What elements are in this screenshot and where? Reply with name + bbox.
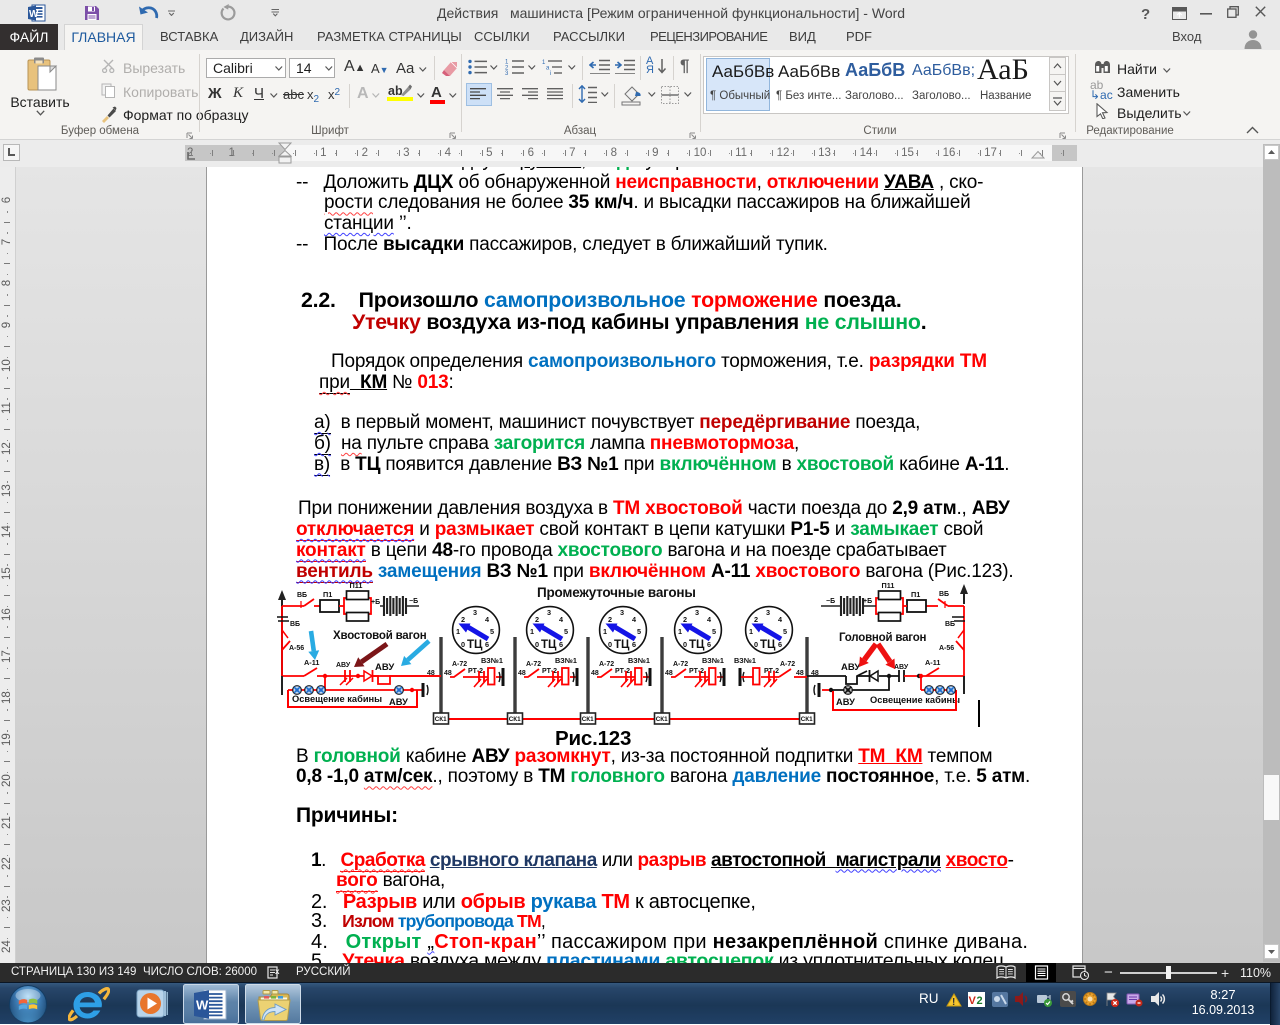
svg-text:2: 2	[461, 615, 465, 624]
svg-text:48: 48	[444, 670, 452, 677]
svg-text:5: 5	[490, 627, 494, 636]
svg-text:А-11: А-11	[925, 658, 940, 667]
svg-text:5: 5	[637, 627, 641, 636]
svg-text:СК1: СК1	[656, 716, 668, 723]
svg-text:АВУ: АВУ	[336, 662, 351, 669]
svg-text:1: 1	[749, 627, 753, 636]
svg-text:РТ-2: РТ-2	[764, 668, 779, 675]
svg-text:ВЗ№1: ВЗ№1	[555, 656, 577, 665]
svg-text:+Б: +Б	[371, 599, 380, 606]
svg-text:2: 2	[608, 615, 612, 624]
svg-text:АВУ: АВУ	[375, 662, 394, 673]
svg-text:3: 3	[547, 608, 551, 617]
svg-text:0: 0	[754, 640, 758, 649]
svg-text:П11: П11	[350, 582, 363, 590]
svg-text:2: 2	[754, 615, 758, 624]
svg-text:V: V	[969, 995, 977, 1007]
svg-text:5: 5	[564, 627, 568, 636]
svg-text:ВЗ№1: ВЗ№1	[481, 656, 503, 665]
svg-text:i: i	[550, 71, 551, 75]
svg-text:А-72: А-72	[673, 661, 688, 668]
svg-text:48: 48	[591, 670, 599, 677]
svg-text:0: 0	[535, 640, 539, 649]
svg-text:3: 3	[505, 71, 509, 75]
svg-text:!: !	[952, 997, 955, 1007]
svg-text:А-56: А-56	[289, 645, 304, 652]
svg-text:2: 2	[683, 615, 687, 624]
svg-text:0: 0	[683, 640, 687, 649]
svg-text:А-11: А-11	[304, 658, 319, 667]
svg-text:АВУ: АВУ	[389, 697, 408, 707]
svg-text:Хвостовой вагон: Хвостовой вагон	[333, 630, 427, 642]
svg-text:0: 0	[461, 640, 465, 649]
svg-text:РТ-2: РТ-2	[468, 668, 483, 675]
svg-text:48: 48	[518, 670, 526, 677]
svg-text:П1: П1	[323, 590, 332, 599]
svg-text:А-72: А-72	[526, 661, 541, 668]
svg-text:−Б: −Б	[826, 598, 835, 605]
svg-text:ВБ: ВБ	[939, 591, 949, 598]
svg-text:6: 6	[778, 640, 782, 649]
svg-text:x: x	[275, 967, 280, 976]
svg-text:2: 2	[535, 615, 539, 624]
svg-text:РТ-2: РТ-2	[689, 668, 704, 675]
svg-text:1: 1	[603, 627, 607, 636]
svg-text:−Б: −Б	[409, 598, 418, 605]
svg-text:ВБ: ВБ	[945, 621, 955, 628]
svg-text:А-72: А-72	[780, 661, 795, 668]
svg-text:ВЗ№1: ВЗ№1	[734, 656, 756, 665]
svg-text:48: 48	[811, 670, 819, 677]
svg-text:П11: П11	[882, 582, 895, 590]
svg-text:П1: П1	[911, 590, 920, 599]
svg-text:5: 5	[783, 627, 787, 636]
svg-text:АВУ: АВУ	[894, 664, 909, 671]
svg-text:ТЦ: ТЦ	[689, 639, 705, 651]
svg-text:ТЦ: ТЦ	[614, 639, 630, 651]
svg-text:2: 2	[977, 995, 983, 1007]
svg-text:ВЗ№1: ВЗ№1	[702, 656, 724, 665]
svg-text:6: 6	[559, 640, 563, 649]
svg-text:W: W	[29, 9, 39, 20]
svg-text:3: 3	[620, 608, 624, 617]
svg-text:3: 3	[766, 608, 770, 617]
svg-text:48: 48	[665, 670, 673, 677]
svg-text:W: W	[196, 998, 209, 1013]
svg-text:ТЦ: ТЦ	[760, 639, 776, 651]
svg-text:ТЦ: ТЦ	[541, 639, 557, 651]
svg-text:АВУ: АВУ	[836, 697, 855, 707]
svg-text:ТЦ: ТЦ	[467, 639, 483, 651]
svg-text:СК1: СК1	[801, 716, 813, 723]
svg-text:СК1: СК1	[582, 716, 594, 723]
svg-text:СК1: СК1	[435, 716, 447, 723]
svg-text:3: 3	[695, 608, 699, 617]
svg-text:ВБ: ВБ	[297, 592, 307, 599]
svg-text:А-72: А-72	[452, 661, 467, 668]
svg-text:48: 48	[796, 670, 804, 677]
svg-text:5: 5	[712, 627, 716, 636]
svg-text:1: 1	[530, 627, 534, 636]
svg-text:3: 3	[473, 608, 477, 617]
svg-text:6: 6	[485, 640, 489, 649]
svg-text:Промежуточные вагоны: Промежуточные вагоны	[537, 585, 696, 600]
svg-text:СК1: СК1	[509, 716, 521, 723]
svg-text:ВБ: ВБ	[290, 621, 300, 628]
svg-text:6: 6	[632, 640, 636, 649]
svg-text:+Б: +Б	[863, 598, 872, 605]
svg-text:ВЗ№1: ВЗ№1	[628, 656, 650, 665]
svg-text:48: 48	[427, 670, 435, 677]
svg-text:РТ-2: РТ-2	[542, 668, 557, 675]
svg-text:1: 1	[678, 627, 682, 636]
svg-text:А-56: А-56	[939, 645, 954, 652]
svg-text:Освещение кабины: Освещение кабины	[292, 694, 382, 704]
svg-text:1: 1	[456, 627, 460, 636]
svg-text:Освещение кабины: Освещение кабины	[870, 695, 960, 705]
svg-text:АВУ: АВУ	[841, 662, 860, 673]
svg-text:РТ-2: РТ-2	[615, 668, 630, 675]
svg-text:А-72: А-72	[599, 661, 614, 668]
svg-text:6: 6	[707, 640, 711, 649]
svg-text:Головной вагон: Головной вагон	[839, 632, 927, 644]
svg-text:0: 0	[608, 640, 612, 649]
